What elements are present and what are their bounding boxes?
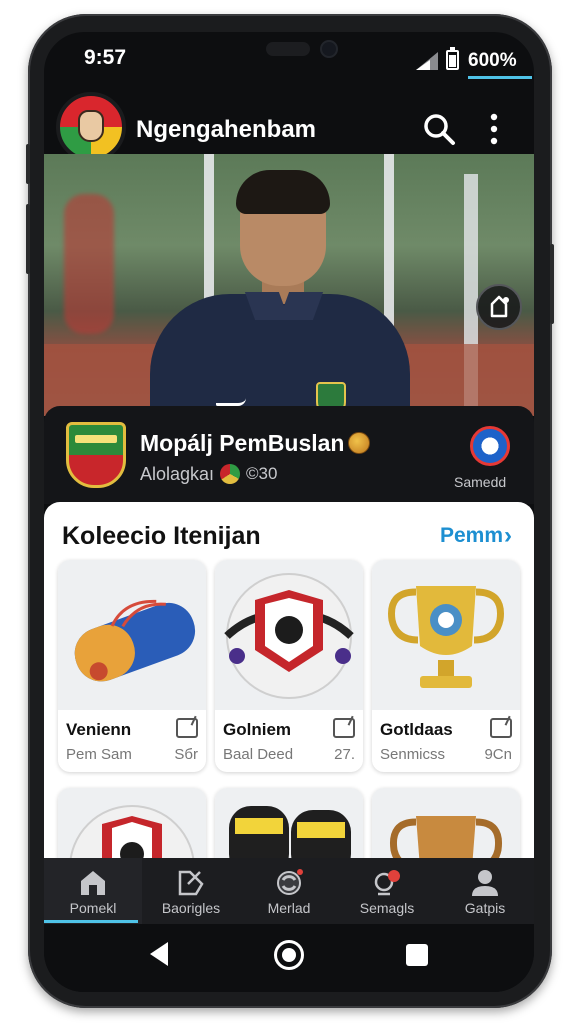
nav-active-indicator <box>44 920 138 923</box>
trophy-image <box>372 560 520 710</box>
search-icon[interactable] <box>422 112 456 146</box>
item-label: Venienn <box>66 720 132 739</box>
battery-percent: 600% <box>468 50 517 71</box>
hero-photo <box>44 154 534 416</box>
signal-icon <box>416 52 438 70</box>
recents-icon[interactable] <box>406 944 428 966</box>
home-icon <box>81 871 105 895</box>
power-button <box>550 244 554 324</box>
collection-item[interactable] <box>58 788 206 862</box>
player-name: Mopálj PemBuslan <box>140 430 345 456</box>
ball-image <box>215 560 363 710</box>
boots-image <box>58 560 206 710</box>
avatar-face <box>78 110 104 142</box>
gloves-image <box>215 788 363 862</box>
crest-banner <box>75 435 117 443</box>
collection-item[interactable] <box>215 788 363 862</box>
app-title: Ngengahenbam <box>136 116 317 143</box>
collection-item[interactable]: Gotldaas Senmicss 9Cn <box>372 560 520 772</box>
collection-item[interactable] <box>372 788 520 862</box>
edit-icon[interactable] <box>490 718 512 738</box>
share-icon <box>490 295 509 318</box>
home-button-icon[interactable] <box>274 940 304 970</box>
nav-item-refresh[interactable]: Merlad <box>240 858 338 924</box>
item-value: 9Cn <box>484 746 512 763</box>
chevron-right-icon[interactable]: › <box>504 522 512 550</box>
system-nav-bar <box>44 924 534 992</box>
volume-button <box>26 144 30 184</box>
collection-section: Koleecio Itenijan Pemm › Venienn Pem Sam <box>44 502 534 862</box>
nav-label: Merlad <box>267 900 311 916</box>
player-profile-strip: Mopálj PemBuslan Alolagkaı ©30 Samedd <box>44 406 534 504</box>
sponsor-label: Samedd <box>454 474 507 490</box>
status-time: 9:57 <box>84 46 127 69</box>
front-camera <box>320 40 338 58</box>
back-icon[interactable] <box>150 942 168 966</box>
football-icon <box>348 432 370 454</box>
refresh-icon <box>277 869 303 895</box>
volume-down-button <box>26 204 30 274</box>
avatar[interactable] <box>56 92 126 162</box>
player-portrait <box>150 170 410 416</box>
screen: 9:57 600% Ngengahenbam Mopálj PemBuslan … <box>44 32 534 992</box>
edit-icon[interactable] <box>176 718 198 738</box>
nav-item-trophy[interactable]: Baorigles <box>142 858 240 924</box>
item-sub: Senmicss <box>380 746 446 763</box>
battery-icon <box>446 47 459 70</box>
player-count: ©30 <box>246 464 278 483</box>
nav-label: Semagls <box>359 900 415 916</box>
item-sub: Pem Sam <box>66 746 132 763</box>
nav-label: Gatpis <box>464 900 506 916</box>
collection-more-link[interactable]: Pemm <box>440 524 503 548</box>
ball-image <box>58 788 206 862</box>
player-club: Alolagkaı <box>140 464 215 484</box>
collection-item[interactable]: Golniem Baal Deed 27. <box>215 560 363 772</box>
earpiece <box>266 42 310 56</box>
more-vert-icon[interactable] <box>484 112 504 146</box>
sponsor-logo-icon[interactable] <box>470 426 510 466</box>
background-player <box>64 194 114 334</box>
status-bar: 9:57 600% <box>44 32 534 90</box>
item-label: Gotldaas <box>380 720 453 739</box>
player-hair <box>236 170 330 214</box>
collection-title: Koleecio Itenijan <box>62 522 261 550</box>
item-value: 27. <box>334 746 355 763</box>
nav-item-notifications[interactable]: Semagls <box>338 858 436 924</box>
shirt-brand-logo <box>216 398 246 406</box>
item-value: Sбr <box>174 746 198 763</box>
notification-icon <box>374 870 400 896</box>
bottom-nav: Pomekl Baorigles Merlad Semagls Gatpis <box>44 858 534 924</box>
mini-club-icon <box>220 464 240 484</box>
item-sub: Baal Deed <box>223 746 294 763</box>
nav-item-profile[interactable]: Gatpis <box>436 858 534 924</box>
nav-label: Pomekl <box>69 900 117 916</box>
collection-item[interactable]: Venienn Pem Sam Sбr <box>58 560 206 772</box>
nav-label: Baorigles <box>161 900 221 916</box>
trophy-icon <box>178 870 204 896</box>
status-accent-line <box>468 76 532 79</box>
share-button[interactable] <box>476 284 522 330</box>
nav-item-home[interactable]: Pomekl <box>44 858 142 924</box>
profile-icon <box>472 870 498 896</box>
item-label: Golniem <box>223 720 292 739</box>
camera-icon[interactable] <box>333 718 355 738</box>
trophy-image <box>372 788 520 862</box>
club-crest-icon <box>66 422 126 488</box>
